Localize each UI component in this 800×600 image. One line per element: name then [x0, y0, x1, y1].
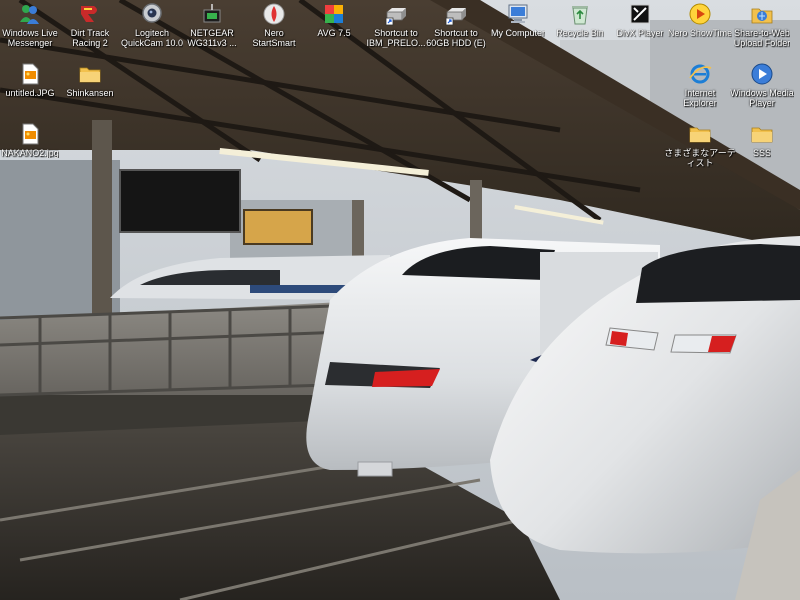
folder-icon [78, 62, 102, 86]
jpg-file-icon [18, 122, 42, 146]
desktop-icon-label: Internet Explorer [683, 88, 717, 108]
racing-game-icon [78, 2, 102, 26]
desktop-icon-label: Recycle Bin [556, 28, 604, 38]
desktop-icon-label: DivX Player [616, 28, 664, 38]
desktop-icon-share-to-web[interactable]: Share-to-Web Upload Folder [724, 2, 800, 48]
desktop: Windows Live Messenger Dirt Track Racing… [0, 0, 800, 600]
upload-folder-icon [750, 2, 774, 26]
desktop-icon-label: NAKANO2.jpg [1, 148, 59, 158]
media-player-icon [628, 2, 652, 26]
desktop-icon-label: My Computer [490, 28, 545, 38]
desktop-icon-windows-media-player[interactable]: Windows Media Player [724, 62, 800, 108]
desktop-icon-label: Dirt Track Racing 2 [70, 28, 110, 48]
wireless-adapter-icon [200, 2, 224, 26]
desktop-icon-label: Nero StartSmart [252, 28, 296, 48]
nero-icon [262, 2, 286, 26]
desktop-icon-label: NETGEAR WG311v3 ... [187, 28, 237, 48]
desktop-icon-label: Nero ShowTime [667, 28, 733, 38]
desktop-icon-label: Shortcut to IBM_PRELO... [366, 28, 426, 48]
drive-shortcut-icon [384, 2, 408, 26]
desktop-icon-label: Windows Media Player [730, 88, 794, 108]
desktop-icon-label: AVG 7.5 [317, 28, 351, 38]
desktop-icon-label: Windows Live Messenger [2, 28, 58, 48]
desktop-icon-sss-folder[interactable]: SSS [724, 122, 800, 158]
desktop-icon-label: Shortcut to 60GB HDD (E) [426, 28, 486, 48]
desktop-icon-label: Shinkansen [66, 88, 114, 98]
webcam-icon [140, 2, 164, 26]
media-player-icon [750, 62, 774, 86]
messenger-buddies-icon [18, 2, 42, 26]
recycle-bin-icon [568, 2, 592, 26]
desktop-icon-shinkansen-folder[interactable]: Shinkansen [52, 62, 128, 98]
drive-shortcut-icon [444, 2, 468, 26]
jpg-file-icon [18, 62, 42, 86]
showtime-icon [688, 2, 712, 26]
desktop-icon-label: untitled.JPG [5, 88, 55, 98]
folder-icon [750, 122, 774, 146]
desktop-icon-nakano2-jpg[interactable]: NAKANO2.jpg [0, 122, 68, 158]
computer-icon [506, 2, 530, 26]
antivirus-icon [322, 2, 346, 26]
folder-icon [688, 122, 712, 146]
desktop-icon-label: SSS [752, 148, 771, 158]
internet-explorer-icon [688, 62, 712, 86]
desktop-icon-label: Share-to-Web Upload Folder [733, 28, 791, 48]
